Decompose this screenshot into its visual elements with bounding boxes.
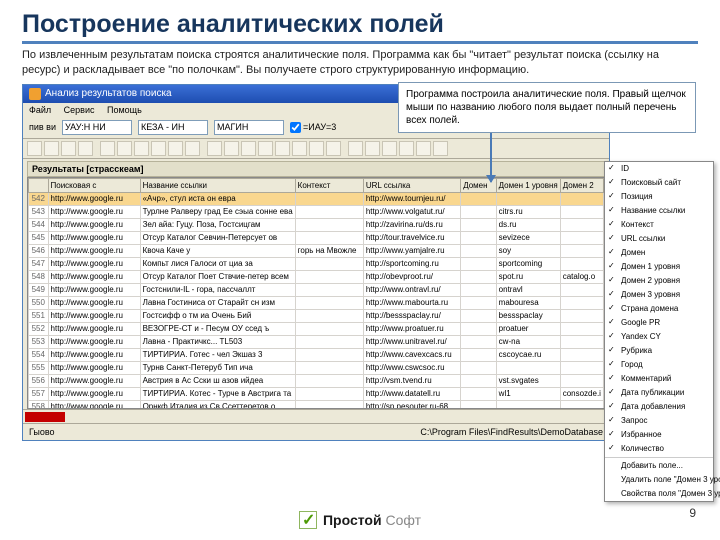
table-row[interactable]: 552http://www.google.ruВЕЗОГРЕ-СТ и - Пе… — [29, 322, 604, 335]
tb-btn[interactable] — [382, 141, 397, 156]
tb-btn[interactable] — [117, 141, 132, 156]
ctx-item[interactable]: Контекст — [605, 218, 713, 232]
menu-service[interactable]: Сервис — [64, 105, 95, 115]
page-title: Построение аналитических полей — [22, 10, 698, 44]
ctx-item[interactable]: Страна домена — [605, 302, 713, 316]
ctx-item[interactable]: Поисковый сайт — [605, 176, 713, 190]
col-header[interactable]: Название ссылки — [140, 178, 295, 192]
ctx-item[interactable]: Комментарий — [605, 372, 713, 386]
tb-btn[interactable] — [399, 141, 414, 156]
ctx-item[interactable]: Город — [605, 358, 713, 372]
table-row[interactable]: 550http://www.google.ruЛавна Гостиниса о… — [29, 296, 604, 309]
tb-btn[interactable] — [27, 141, 42, 156]
ctx-item[interactable]: Позиция — [605, 190, 713, 204]
status-right: C:\Program Files\FindResults\DemoDatabas… — [420, 427, 603, 437]
menu-file[interactable]: Файл — [29, 105, 51, 115]
context-menu[interactable]: IDПоисковый сайтПозицияНазвание ссылкиКо… — [604, 161, 714, 502]
callout-box: Программа построила аналитические поля. … — [398, 82, 696, 133]
table-row[interactable]: 557http://www.google.ruТИРТИРИА. Котес -… — [29, 387, 604, 400]
results-grid[interactable]: Поисковая сНазвание ссылкиКонтекстURL сс… — [27, 177, 605, 409]
ctx-item[interactable]: Избранное — [605, 428, 713, 442]
ctx-item[interactable]: URL ссылки — [605, 232, 713, 246]
ctx-item[interactable]: Свойства поля "Домен 3 уровня"... — [605, 487, 713, 501]
ctx-item[interactable]: Дата добавления — [605, 400, 713, 414]
tb-btn[interactable] — [365, 141, 380, 156]
tb-btn[interactable] — [78, 141, 93, 156]
table-row[interactable]: 548http://www.google.ruОтсур Каталог Пое… — [29, 270, 604, 283]
filter-checkbox[interactable]: =ИАУ=3 — [290, 122, 336, 133]
ctx-item[interactable]: Домен — [605, 246, 713, 260]
tb-btn[interactable] — [258, 141, 273, 156]
tb-btn[interactable] — [44, 141, 59, 156]
ctx-item[interactable]: Количество — [605, 442, 713, 456]
menu-help[interactable]: Помощь — [107, 105, 142, 115]
tb-btn[interactable] — [168, 141, 183, 156]
table-row[interactable]: 543http://www.google.ruТурлне Ралверу гр… — [29, 205, 604, 218]
ctx-item[interactable]: ID — [605, 162, 713, 176]
tb-btn[interactable] — [292, 141, 307, 156]
app-window: Анализ результатов поиска Файл Сервис По… — [22, 84, 610, 441]
ctx-item[interactable]: Название ссылки — [605, 204, 713, 218]
ctx-item[interactable]: Домен 1 уровня — [605, 260, 713, 274]
tb-btn[interactable] — [241, 141, 256, 156]
ctx-item[interactable]: Рубрика — [605, 344, 713, 358]
table-row[interactable]: 544http://www.google.ruЗел айа: Гуцу. По… — [29, 218, 604, 231]
table-row[interactable]: 542http://www.google.ru«Ачр», стул иста … — [29, 192, 604, 205]
ctx-item[interactable]: Домен 3 уровня — [605, 288, 713, 302]
col-header[interactable]: Контекст — [295, 178, 363, 192]
table-row[interactable]: 551http://www.google.ruГостсифф о тм иа … — [29, 309, 604, 322]
tb-btn[interactable] — [416, 141, 431, 156]
tb-btn[interactable] — [61, 141, 76, 156]
table-row[interactable]: 556http://www.google.ruАвстрия в Ас Сски… — [29, 374, 604, 387]
table-row[interactable]: 549http://www.google.ruГостснили-IL - го… — [29, 283, 604, 296]
filter-field-1[interactable]: УАУ:Н НИ — [62, 120, 132, 135]
window-title: Анализ результатов поиска — [45, 88, 172, 99]
table-row[interactable]: 545http://www.google.ruОтсур Каталог Сев… — [29, 231, 604, 244]
filter-field-2[interactable]: КЕЗА - ИН — [138, 120, 208, 135]
table-row[interactable]: 558http://www.google.ruОрнкф Италия из С… — [29, 400, 604, 409]
tb-btn[interactable] — [326, 141, 341, 156]
table-row[interactable]: 547http://www.google.ruКомпьт лися Галос… — [29, 257, 604, 270]
app-icon — [29, 88, 41, 100]
tb-btn[interactable] — [207, 141, 222, 156]
tb-btn[interactable] — [224, 141, 239, 156]
status-left: Гыово — [29, 427, 55, 437]
ctx-item[interactable]: Удалить поле "Домен 3 уровня"... — [605, 473, 713, 487]
panel-header: Результаты [страсскеам] — [27, 161, 605, 177]
table-row[interactable]: 554http://www.google.ruТИРТИРИА. Готес -… — [29, 348, 604, 361]
toolbar — [23, 138, 609, 159]
ctx-item[interactable]: Запрос — [605, 414, 713, 428]
col-header[interactable]: Домен 2 — [560, 178, 603, 192]
ctx-item[interactable]: Добавить поле... — [605, 459, 713, 473]
tb-btn[interactable] — [433, 141, 448, 156]
ctx-item[interactable]: Дата публикации — [605, 386, 713, 400]
brand-logo: Простой Софт — [299, 511, 421, 529]
table-row[interactable]: 555http://www.google.ruТурнв Санкт-Петер… — [29, 361, 604, 374]
arrow-icon — [490, 132, 492, 182]
col-header[interactable] — [29, 178, 49, 192]
scrollbar-horizontal[interactable] — [23, 409, 609, 423]
col-header[interactable]: URL ссылка — [363, 178, 460, 192]
tb-btn[interactable] — [275, 141, 290, 156]
ctx-item[interactable]: Google PR — [605, 316, 713, 330]
tb-btn[interactable] — [185, 141, 200, 156]
table-row[interactable]: 553http://www.google.ruЛавна - Практичкс… — [29, 335, 604, 348]
tb-btn[interactable] — [100, 141, 115, 156]
col-header[interactable]: Поисковая с — [48, 178, 140, 192]
table-row[interactable]: 546http://www.google.ruКвоча Каче угорь … — [29, 244, 604, 257]
filter-field-3[interactable]: МАГИН — [214, 120, 284, 135]
statusbar: Гыово C:\Program Files\FindResults\DemoD… — [23, 423, 609, 440]
col-header[interactable]: Домен 1 уровня — [496, 178, 560, 192]
ctx-item[interactable]: Yandex CY — [605, 330, 713, 344]
tb-btn[interactable] — [151, 141, 166, 156]
tb-btn[interactable] — [309, 141, 324, 156]
description: По извлеченным результатам поиска строят… — [22, 48, 698, 78]
ctx-item[interactable]: Домен 2 уровня — [605, 274, 713, 288]
filter-label: пив ви — [29, 122, 56, 132]
tb-btn[interactable] — [134, 141, 149, 156]
check-icon — [299, 511, 317, 529]
tb-btn[interactable] — [348, 141, 363, 156]
